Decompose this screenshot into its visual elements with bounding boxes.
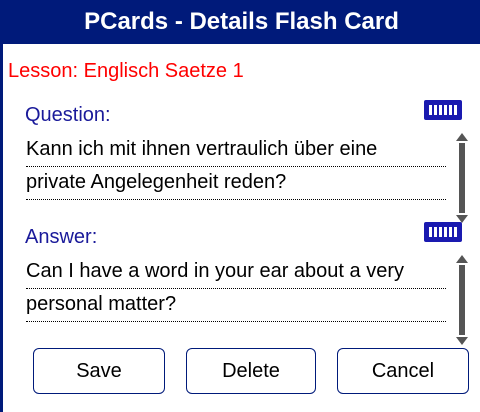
lesson-label: Lesson: Englisch Saetze 1 bbox=[8, 60, 244, 82]
question-label: Question: bbox=[25, 104, 111, 126]
delete-button[interactable]: Delete bbox=[186, 348, 316, 394]
answer-field[interactable]: Can I have a word in your ear about a ve… bbox=[26, 256, 446, 322]
answer-line-1: Can I have a word in your ear about a ve… bbox=[26, 256, 446, 289]
title-bar: PCards - Details Flash Card bbox=[3, 0, 480, 44]
scroll-up-icon[interactable] bbox=[456, 255, 468, 263]
keyboard-icon[interactable] bbox=[424, 100, 462, 120]
flash-card-window: PCards - Details Flash Card Lesson: Engl… bbox=[0, 0, 480, 412]
answer-line-2: personal matter? bbox=[26, 289, 446, 322]
window-left-border bbox=[0, 0, 3, 412]
question-field[interactable]: Kann ich mit ihnen vertraulich über eine… bbox=[26, 134, 446, 200]
question-line-2: private Angelegenheit reden? bbox=[26, 167, 446, 200]
scroll-track[interactable] bbox=[459, 143, 465, 213]
scroll-down-icon[interactable] bbox=[456, 337, 468, 345]
scroll-track[interactable] bbox=[459, 265, 465, 335]
question-line-1: Kann ich mit ihnen vertraulich über eine bbox=[26, 134, 446, 167]
answer-scrollbar[interactable] bbox=[456, 255, 468, 345]
question-scrollbar[interactable] bbox=[456, 133, 468, 223]
save-button[interactable]: Save bbox=[33, 348, 165, 394]
scroll-up-icon[interactable] bbox=[456, 133, 468, 141]
window-title: PCards - Details Flash Card bbox=[84, 8, 399, 35]
keyboard-icon[interactable] bbox=[424, 222, 462, 242]
answer-label: Answer: bbox=[25, 226, 98, 248]
cancel-button[interactable]: Cancel bbox=[337, 348, 469, 394]
